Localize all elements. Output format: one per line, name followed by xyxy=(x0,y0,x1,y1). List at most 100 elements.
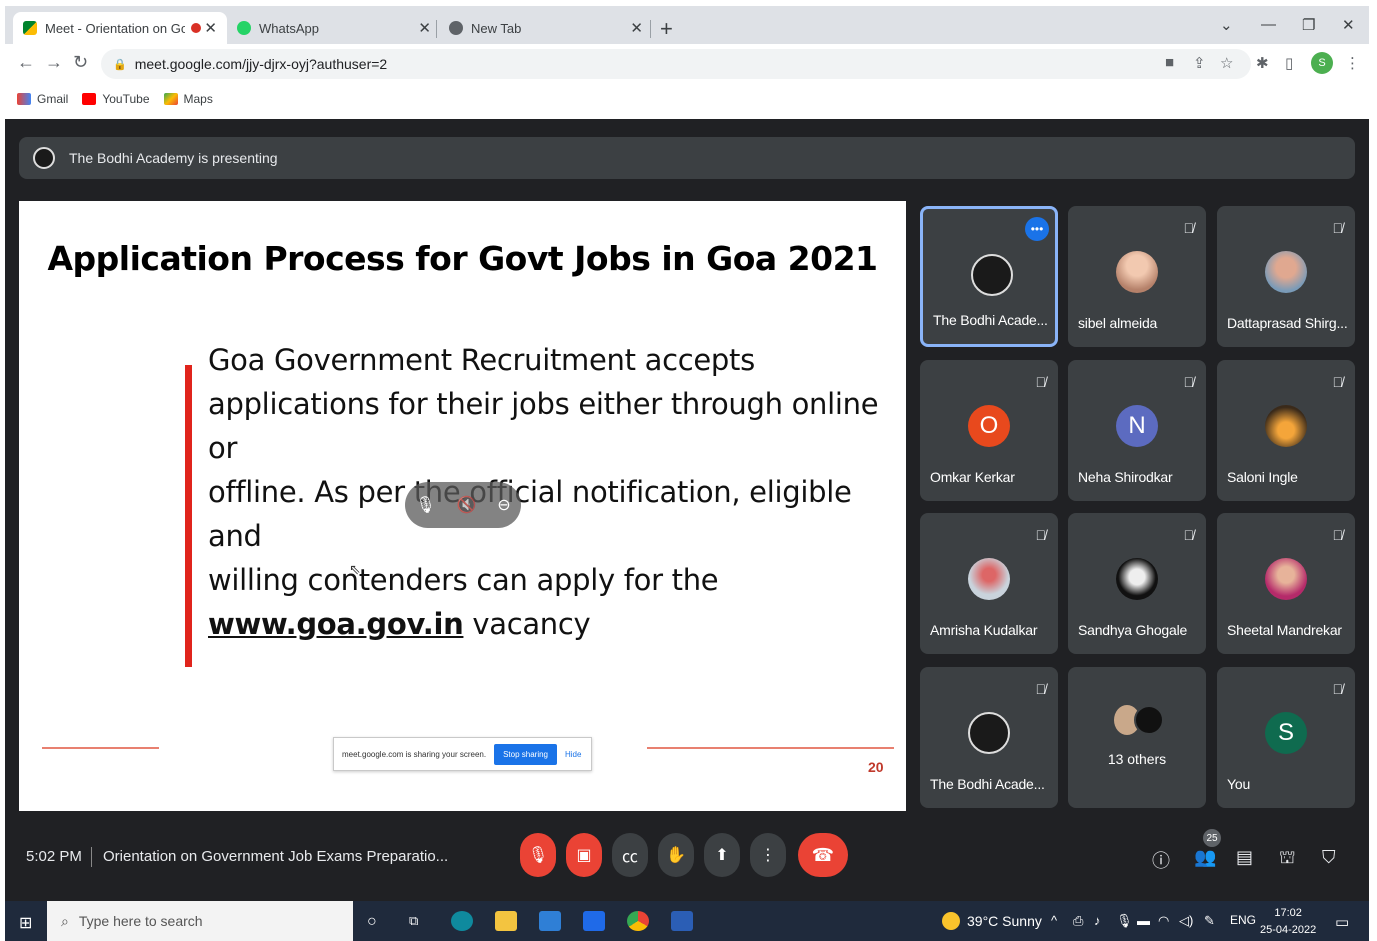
slide-link: www.goa.gov.in xyxy=(208,607,464,641)
menu-kebab-icon[interactable]: ⋮ xyxy=(1345,54,1360,72)
participant-name: The Bodhi Acade... xyxy=(933,312,1048,328)
chat-icon[interactable]: ▤ xyxy=(1236,847,1253,868)
maximize-icon[interactable]: ❐ xyxy=(1302,16,1315,34)
dropbox-icon[interactable] xyxy=(583,911,605,931)
address-bar[interactable]: 🔒 meet.google.com/jjy-djrx-oyj?authuser=… xyxy=(101,49,1251,79)
tab-meet[interactable]: Meet - Orientation on Gover ✕ xyxy=(13,12,227,44)
clock-time: 17:02 xyxy=(1274,907,1302,919)
battery-icon[interactable]: ▬ xyxy=(1137,913,1150,928)
tray-mute-icon[interactable]: ♪ xyxy=(1094,913,1101,928)
notifications-icon[interactable]: ▭ xyxy=(1335,913,1349,931)
taskbar-clock[interactable]: 17:02 25-04-2022 xyxy=(1260,905,1316,939)
tab-new-tab[interactable]: New Tab ✕ xyxy=(439,12,653,44)
close-tab-icon[interactable]: ✕ xyxy=(630,19,643,37)
close-tab-icon[interactable]: ✕ xyxy=(418,19,431,37)
avatar xyxy=(1116,558,1158,600)
participant-name: sibel almeida xyxy=(1078,315,1158,331)
activities-icon[interactable]: ⛫ xyxy=(1279,847,1296,871)
mic-off-icon[interactable]: 🎙 xyxy=(415,495,435,515)
participant-tile[interactable]: 🎙̸ Sandhya Ghogale xyxy=(1068,513,1206,654)
bookmark-star-icon[interactable]: ☆ xyxy=(1220,54,1233,72)
participant-tile[interactable]: ••• The Bodhi Acade... xyxy=(920,206,1058,347)
others-count: 13 others xyxy=(1107,751,1167,767)
participant-tile[interactable]: 🎙̸ N Neha Shirodkar xyxy=(1068,360,1206,501)
close-window-icon[interactable]: ✕ xyxy=(1342,16,1355,34)
file-explorer-icon[interactable] xyxy=(495,911,517,931)
task-view-icon[interactable]: ⧉ xyxy=(409,913,418,929)
microphone-icon[interactable]: 🎙 xyxy=(1116,913,1133,929)
bookmark-youtube[interactable]: YouTube xyxy=(82,92,150,106)
minimize-icon[interactable]: — xyxy=(1261,16,1276,33)
remove-icon[interactable]: ⊖ xyxy=(497,495,510,515)
camera-toggle-button[interactable]: ▣ xyxy=(566,833,602,877)
leave-call-button[interactable]: ☎ xyxy=(798,833,848,877)
chrome-icon[interactable] xyxy=(627,911,649,931)
profile-avatar[interactable]: S xyxy=(1311,52,1333,74)
gmail-icon xyxy=(17,93,31,105)
clock-date: 25-04-2022 xyxy=(1260,924,1317,936)
avatar: N xyxy=(1116,405,1158,447)
wifi-icon[interactable]: ◠ xyxy=(1158,913,1169,929)
bookmark-gmail[interactable]: Gmail xyxy=(17,92,68,106)
participant-tile[interactable]: 🎙̸ The Bodhi Acade... xyxy=(920,667,1058,808)
stop-sharing-button[interactable]: Stop sharing xyxy=(494,743,557,765)
participant-tile[interactable]: 🎙̸ sibel almeida xyxy=(1068,206,1206,347)
mic-muted-icon: 🎙̸ xyxy=(1035,681,1047,697)
participant-tile-others[interactable]: 13 others xyxy=(1068,667,1206,808)
bookmark-maps[interactable]: Maps xyxy=(163,92,213,106)
weather-text[interactable]: 39°C Sunny xyxy=(967,913,1042,929)
search-icon: ⌕ xyxy=(61,912,69,929)
participant-tile[interactable]: 🎙̸ Sheetal Mandrekar xyxy=(1217,513,1355,654)
meet-call-area: The Bodhi Academy is presenting Applicat… xyxy=(5,119,1369,901)
presenting-banner: The Bodhi Academy is presenting xyxy=(19,137,1355,179)
language-indicator[interactable]: ENG xyxy=(1230,913,1256,927)
forward-arrow-icon[interactable]: → xyxy=(45,52,63,73)
more-options-button[interactable]: ⋮ xyxy=(750,833,786,877)
participant-tile[interactable]: 🎙̸ Dattaprasad Shirg... xyxy=(1217,206,1355,347)
participant-tile-self[interactable]: 🎙̸ S You xyxy=(1217,667,1355,808)
participant-tile[interactable]: 🎙̸ Amrisha Kudalkar xyxy=(920,513,1058,654)
extensions-icon[interactable]: ✱ xyxy=(1256,54,1269,72)
tab-divider xyxy=(650,20,651,38)
bookmarks-bar: Gmail YouTube Maps xyxy=(5,84,1369,114)
mail-icon[interactable] xyxy=(539,911,561,931)
back-arrow-icon[interactable]: ← xyxy=(17,52,35,73)
pen-icon[interactable]: ✎ xyxy=(1204,913,1215,929)
reload-icon[interactable]: ↻ xyxy=(73,52,88,73)
avatar: S xyxy=(1265,712,1307,754)
word-icon[interactable] xyxy=(671,911,693,931)
camera-icon[interactable]: ■ xyxy=(1165,54,1174,71)
avatar xyxy=(1116,251,1158,293)
hide-button[interactable]: Hide xyxy=(565,750,581,759)
windows-start-icon[interactable]: ⊞ xyxy=(19,913,32,933)
cortana-icon[interactable]: ○ xyxy=(367,913,377,931)
screen-share-notice: meet.google.com is sharing your screen. … xyxy=(333,737,592,771)
new-tab-button[interactable]: + xyxy=(660,16,673,42)
more-options-icon[interactable]: ••• xyxy=(1025,217,1049,241)
mic-toggle-button[interactable]: 🎙 xyxy=(520,833,556,877)
host-controls-icon[interactable]: ⛉ xyxy=(1322,847,1336,868)
tab-whatsapp[interactable]: WhatsApp ✕ xyxy=(227,12,441,44)
tab-search-chevron-icon[interactable]: ⌄ xyxy=(1220,16,1233,34)
share-icon[interactable]: ⇪ xyxy=(1193,54,1206,72)
participant-tile[interactable]: 🎙̸ Saloni Ingle xyxy=(1217,360,1355,501)
volume-icon[interactable]: ◁) xyxy=(1179,913,1193,929)
hand-icon: ✋ xyxy=(666,847,686,864)
close-tab-icon[interactable]: ✕ xyxy=(204,19,217,37)
captions-button[interactable]: ㏄ xyxy=(612,833,648,877)
participant-name: Sheetal Mandrekar xyxy=(1227,622,1342,638)
shared-screen: Application Process for Govt Jobs in Goa… xyxy=(19,201,906,811)
present-button[interactable]: ⬆ xyxy=(704,833,740,877)
participant-tile[interactable]: 🎙̸ O Omkar Kerkar xyxy=(920,360,1058,501)
mic-muted-icon: 🎙̸ xyxy=(1183,220,1195,236)
tray-device-icon[interactable]: ⎙ xyxy=(1073,913,1083,929)
meeting-info-icon[interactable]: ⓘ xyxy=(1152,847,1170,873)
raise-hand-button[interactable]: ✋ xyxy=(658,833,694,877)
taskbar-search[interactable]: ⌕ Type here to search xyxy=(47,901,353,941)
side-panel-icon[interactable]: ▯ xyxy=(1285,54,1293,72)
show-hidden-icons-chevron-icon[interactable]: ^ xyxy=(1051,913,1057,928)
edge-icon[interactable] xyxy=(451,911,473,931)
people-icon[interactable]: 👥 xyxy=(1194,847,1216,868)
search-placeholder: Type here to search xyxy=(78,913,203,929)
volume-off-icon[interactable]: 🔇 xyxy=(456,495,476,515)
